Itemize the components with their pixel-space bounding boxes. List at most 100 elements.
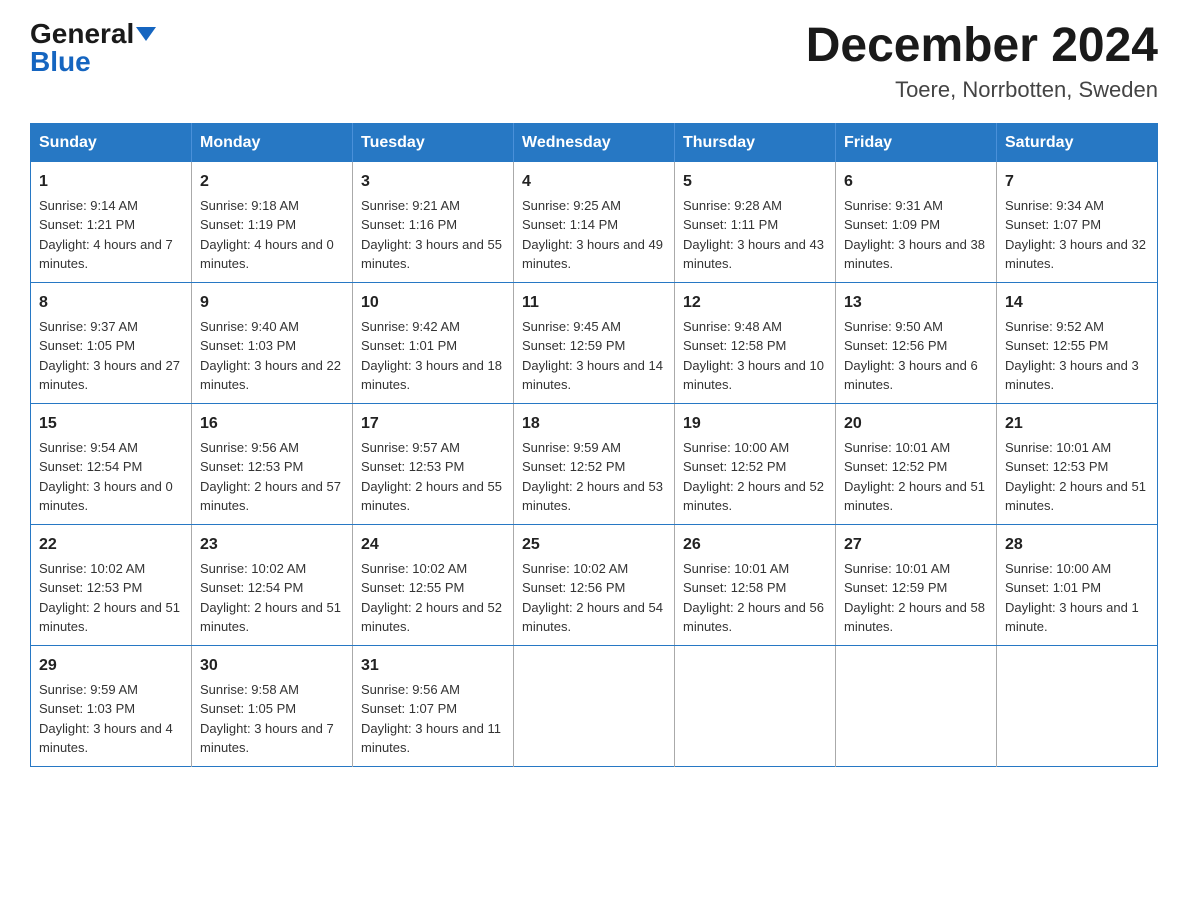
day-info: Sunrise: 9:54 AMSunset: 12:54 PMDaylight… (39, 440, 173, 514)
day-info: Sunrise: 10:00 AMSunset: 1:01 PMDaylight… (1005, 561, 1139, 635)
calendar-cell: 18 Sunrise: 9:59 AMSunset: 12:52 PMDayli… (514, 403, 675, 524)
location-title: Toere, Norrbotten, Sweden (806, 77, 1158, 103)
day-info: Sunrise: 9:58 AMSunset: 1:05 PMDaylight:… (200, 682, 334, 756)
logo-blue-text: Blue (30, 48, 91, 76)
calendar-cell (836, 645, 997, 766)
calendar-cell (997, 645, 1158, 766)
calendar-cell: 29 Sunrise: 9:59 AMSunset: 1:03 PMDaylig… (31, 645, 192, 766)
day-info: Sunrise: 10:01 AMSunset: 12:52 PMDayligh… (844, 440, 985, 514)
day-info: Sunrise: 10:01 AMSunset: 12:58 PMDayligh… (683, 561, 824, 635)
calendar-cell (675, 645, 836, 766)
day-info: Sunrise: 9:14 AMSunset: 1:21 PMDaylight:… (39, 198, 173, 272)
calendar-cell: 31 Sunrise: 9:56 AMSunset: 1:07 PMDaylig… (353, 645, 514, 766)
day-number: 12 (683, 291, 827, 315)
day-info: Sunrise: 9:56 AMSunset: 12:53 PMDaylight… (200, 440, 341, 514)
page-header: General Blue December 2024 Toere, Norrbo… (30, 20, 1158, 103)
day-number: 31 (361, 654, 505, 678)
day-number: 2 (200, 170, 344, 194)
calendar-cell: 19 Sunrise: 10:00 AMSunset: 12:52 PMDayl… (675, 403, 836, 524)
day-number: 18 (522, 412, 666, 436)
calendar-cell: 14 Sunrise: 9:52 AMSunset: 12:55 PMDayli… (997, 282, 1158, 403)
day-number: 5 (683, 170, 827, 194)
day-number: 8 (39, 291, 183, 315)
day-info: Sunrise: 9:31 AMSunset: 1:09 PMDaylight:… (844, 198, 985, 272)
calendar-cell: 4 Sunrise: 9:25 AMSunset: 1:14 PMDayligh… (514, 162, 675, 283)
calendar-day-header: Tuesday (353, 123, 514, 162)
day-number: 15 (39, 412, 183, 436)
calendar-cell: 2 Sunrise: 9:18 AMSunset: 1:19 PMDayligh… (192, 162, 353, 283)
title-block: December 2024 Toere, Norrbotten, Sweden (806, 20, 1158, 103)
calendar-cell: 12 Sunrise: 9:48 AMSunset: 12:58 PMDayli… (675, 282, 836, 403)
calendar-day-header: Thursday (675, 123, 836, 162)
day-number: 6 (844, 170, 988, 194)
day-number: 10 (361, 291, 505, 315)
day-number: 11 (522, 291, 666, 315)
day-number: 29 (39, 654, 183, 678)
calendar-cell: 11 Sunrise: 9:45 AMSunset: 12:59 PMDayli… (514, 282, 675, 403)
day-info: Sunrise: 9:59 AMSunset: 1:03 PMDaylight:… (39, 682, 173, 756)
day-number: 17 (361, 412, 505, 436)
calendar-cell: 10 Sunrise: 9:42 AMSunset: 1:01 PMDaylig… (353, 282, 514, 403)
day-number: 25 (522, 533, 666, 557)
day-info: Sunrise: 9:21 AMSunset: 1:16 PMDaylight:… (361, 198, 502, 272)
day-number: 3 (361, 170, 505, 194)
calendar-cell: 22 Sunrise: 10:02 AMSunset: 12:53 PMDayl… (31, 524, 192, 645)
calendar-day-header: Wednesday (514, 123, 675, 162)
day-info: Sunrise: 9:28 AMSunset: 1:11 PMDaylight:… (683, 198, 824, 272)
day-number: 1 (39, 170, 183, 194)
calendar-cell: 6 Sunrise: 9:31 AMSunset: 1:09 PMDayligh… (836, 162, 997, 283)
day-number: 30 (200, 654, 344, 678)
calendar-cell: 15 Sunrise: 9:54 AMSunset: 12:54 PMDayli… (31, 403, 192, 524)
calendar-cell: 21 Sunrise: 10:01 AMSunset: 12:53 PMDayl… (997, 403, 1158, 524)
day-info: Sunrise: 10:01 AMSunset: 12:59 PMDayligh… (844, 561, 985, 635)
day-number: 26 (683, 533, 827, 557)
calendar-cell: 3 Sunrise: 9:21 AMSunset: 1:16 PMDayligh… (353, 162, 514, 283)
day-info: Sunrise: 10:02 AMSunset: 12:54 PMDayligh… (200, 561, 341, 635)
calendar-body: 1 Sunrise: 9:14 AMSunset: 1:21 PMDayligh… (31, 162, 1158, 767)
calendar-day-header: Sunday (31, 123, 192, 162)
day-info: Sunrise: 10:00 AMSunset: 12:52 PMDayligh… (683, 440, 824, 514)
day-info: Sunrise: 9:48 AMSunset: 12:58 PMDaylight… (683, 319, 824, 393)
day-number: 14 (1005, 291, 1149, 315)
calendar-cell: 8 Sunrise: 9:37 AMSunset: 1:05 PMDayligh… (31, 282, 192, 403)
logo-general-text: General (30, 20, 134, 48)
calendar-week-row: 8 Sunrise: 9:37 AMSunset: 1:05 PMDayligh… (31, 282, 1158, 403)
day-info: Sunrise: 9:34 AMSunset: 1:07 PMDaylight:… (1005, 198, 1146, 272)
day-number: 9 (200, 291, 344, 315)
day-info: Sunrise: 9:40 AMSunset: 1:03 PMDaylight:… (200, 319, 341, 393)
day-info: Sunrise: 9:59 AMSunset: 12:52 PMDaylight… (522, 440, 663, 514)
day-info: Sunrise: 9:56 AMSunset: 1:07 PMDaylight:… (361, 682, 501, 756)
month-title: December 2024 (806, 20, 1158, 73)
calendar-cell: 25 Sunrise: 10:02 AMSunset: 12:56 PMDayl… (514, 524, 675, 645)
day-number: 19 (683, 412, 827, 436)
calendar-cell: 16 Sunrise: 9:56 AMSunset: 12:53 PMDayli… (192, 403, 353, 524)
calendar-day-header: Saturday (997, 123, 1158, 162)
calendar-cell: 27 Sunrise: 10:01 AMSunset: 12:59 PMDayl… (836, 524, 997, 645)
day-info: Sunrise: 10:02 AMSunset: 12:56 PMDayligh… (522, 561, 663, 635)
calendar-week-row: 15 Sunrise: 9:54 AMSunset: 12:54 PMDayli… (31, 403, 1158, 524)
day-info: Sunrise: 9:42 AMSunset: 1:01 PMDaylight:… (361, 319, 502, 393)
day-info: Sunrise: 10:01 AMSunset: 12:53 PMDayligh… (1005, 440, 1146, 514)
day-info: Sunrise: 9:57 AMSunset: 12:53 PMDaylight… (361, 440, 502, 514)
calendar-header-row: SundayMondayTuesdayWednesdayThursdayFrid… (31, 123, 1158, 162)
day-number: 20 (844, 412, 988, 436)
day-info: Sunrise: 10:02 AMSunset: 12:53 PMDayligh… (39, 561, 180, 635)
day-number: 7 (1005, 170, 1149, 194)
calendar-cell: 5 Sunrise: 9:28 AMSunset: 1:11 PMDayligh… (675, 162, 836, 283)
calendar-week-row: 29 Sunrise: 9:59 AMSunset: 1:03 PMDaylig… (31, 645, 1158, 766)
calendar-cell: 1 Sunrise: 9:14 AMSunset: 1:21 PMDayligh… (31, 162, 192, 283)
logo-arrow-icon (136, 27, 156, 41)
day-info: Sunrise: 9:50 AMSunset: 12:56 PMDaylight… (844, 319, 978, 393)
calendar-cell: 13 Sunrise: 9:50 AMSunset: 12:56 PMDayli… (836, 282, 997, 403)
day-number: 27 (844, 533, 988, 557)
day-number: 22 (39, 533, 183, 557)
day-number: 23 (200, 533, 344, 557)
calendar-week-row: 22 Sunrise: 10:02 AMSunset: 12:53 PMDayl… (31, 524, 1158, 645)
calendar-cell: 30 Sunrise: 9:58 AMSunset: 1:05 PMDaylig… (192, 645, 353, 766)
calendar-cell: 20 Sunrise: 10:01 AMSunset: 12:52 PMDayl… (836, 403, 997, 524)
day-number: 28 (1005, 533, 1149, 557)
calendar-week-row: 1 Sunrise: 9:14 AMSunset: 1:21 PMDayligh… (31, 162, 1158, 283)
calendar-cell: 28 Sunrise: 10:00 AMSunset: 1:01 PMDayli… (997, 524, 1158, 645)
day-info: Sunrise: 9:45 AMSunset: 12:59 PMDaylight… (522, 319, 663, 393)
day-info: Sunrise: 9:18 AMSunset: 1:19 PMDaylight:… (200, 198, 334, 272)
